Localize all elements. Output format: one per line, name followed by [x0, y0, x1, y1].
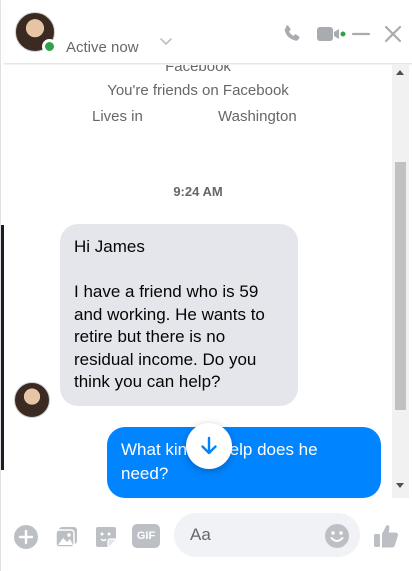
photo-icon[interactable] — [54, 524, 80, 550]
gif-icon[interactable]: GIF — [132, 524, 160, 548]
scrollbar[interactable] — [392, 65, 409, 498]
close-icon[interactable] — [381, 22, 405, 46]
chat-window: Active now Facebook You're friends on Fa… — [0, 0, 412, 571]
contact-avatar — [15, 12, 57, 54]
minimize-icon[interactable] — [349, 22, 373, 46]
lives-city: Washington — [218, 108, 297, 125]
scroll-down-arrow[interactable] — [396, 483, 404, 488]
sticker-icon[interactable] — [93, 524, 119, 550]
composer-bar: GIF — [4, 498, 412, 571]
emoji-icon[interactable] — [324, 523, 350, 549]
lives-label: Lives in — [92, 108, 143, 125]
incoming-message: Hi James I have a friend who is 59 and w… — [60, 224, 298, 406]
arrow-down-icon — [201, 436, 217, 455]
profile-info-partial: Facebook — [165, 65, 231, 75]
scroll-thumb[interactable] — [395, 162, 406, 410]
video-icon[interactable] — [315, 22, 347, 46]
active-status: Active now — [66, 39, 139, 56]
gif-label: GIF — [136, 530, 156, 542]
phone-icon[interactable] — [280, 22, 304, 46]
scroll-up-arrow[interactable] — [396, 70, 404, 75]
chat-header: Active now — [4, 0, 412, 64]
friends-info: You're friends on Facebook — [107, 82, 289, 99]
scroll-to-bottom-button[interactable] — [186, 423, 232, 469]
online-indicator — [42, 39, 57, 54]
contact-button[interactable]: Active now — [8, 6, 180, 60]
add-icon[interactable] — [13, 524, 39, 550]
message-timestamp: 9:24 AM — [173, 184, 223, 199]
sender-avatar — [14, 382, 50, 418]
chevron-down-icon[interactable] — [158, 33, 174, 49]
like-icon[interactable] — [372, 522, 400, 550]
outgoing-message: What kind of help does he need? — [107, 427, 381, 498]
message-thread[interactable]: Facebook You're friends on Facebook Live… — [4, 65, 392, 498]
